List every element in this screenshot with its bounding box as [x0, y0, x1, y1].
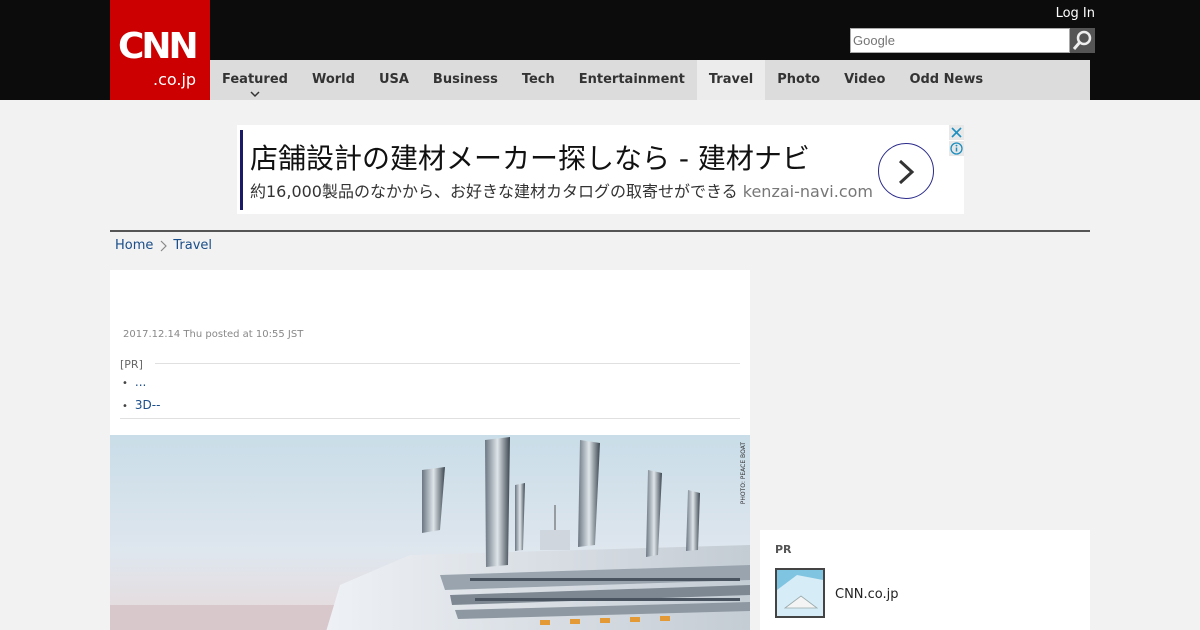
nav-featured[interactable]: Featured	[210, 60, 300, 100]
pr-thumbnail-image	[777, 570, 823, 616]
main-nav: Featured World USA Business Tech Enterta…	[210, 60, 1090, 100]
pr-link-2[interactable]: • 3D--	[122, 398, 160, 412]
ad-url[interactable]: kenzai-navi.com	[743, 182, 873, 201]
nav-business[interactable]: Business	[421, 60, 510, 100]
breadcrumb-home[interactable]: Home	[115, 238, 153, 253]
sidebar-pr-box: PR CNN.co.jp	[760, 530, 1090, 630]
logo-wordmark: CNN	[118, 26, 199, 67]
ad-description: 約16,000製品のなかから、お好きな建材カタログの取寄せができる	[250, 182, 738, 201]
pr-divider-bottom	[120, 418, 740, 419]
logo-domain: .co.jp	[153, 70, 197, 89]
ad-title[interactable]: 店舗設計の建材メーカー探しなら - 建材ナビ	[250, 137, 810, 177]
chevron-right-icon	[160, 240, 168, 251]
nav-photo[interactable]: Photo	[765, 60, 832, 100]
breadcrumb: Home Travel	[115, 238, 212, 253]
ad-open-button[interactable]	[878, 143, 934, 199]
bullet-icon: •	[122, 378, 128, 389]
bullet-icon: •	[122, 401, 128, 412]
search-icon	[1072, 30, 1092, 50]
section-divider	[110, 230, 1090, 232]
cnn-logo[interactable]: CNN .co.jp	[110, 0, 210, 100]
nav-world[interactable]: World	[300, 60, 367, 100]
pr-divider-top	[155, 363, 740, 364]
pr-link-2-text[interactable]: 3D--	[135, 398, 161, 412]
cruise-ship-image	[110, 435, 750, 630]
pr-link-1-text[interactable]: ...	[135, 375, 146, 389]
sidebar-pr-thumbnail[interactable]	[775, 568, 825, 618]
pr-link-1[interactable]: •...	[122, 375, 146, 389]
nav-odd-news[interactable]: Odd News	[897, 60, 995, 100]
nav-featured-label: Featured	[222, 72, 288, 87]
ad-subtitle: 約16,000製品のなかから、お好きな建材カタログの取寄せができる kenzai…	[250, 178, 873, 202]
search-input[interactable]	[850, 28, 1070, 53]
article-date: 2017.12.14 Thu posted at 10:55 JST	[123, 329, 304, 340]
nav-tech[interactable]: Tech	[510, 60, 567, 100]
chevron-right-icon	[898, 159, 915, 185]
ad-close-button[interactable]	[949, 125, 964, 140]
article-card: 2017.12.14 Thu posted at 10:55 JST [PR] …	[110, 270, 750, 630]
ad-accent-bar	[240, 130, 243, 210]
login-link[interactable]: Log In	[1056, 6, 1095, 21]
sidebar-pr-item-text[interactable]: CNN.co.jp	[835, 587, 899, 602]
nav-video[interactable]: Video	[832, 60, 897, 100]
nav-entertainment[interactable]: Entertainment	[567, 60, 697, 100]
pr-label: [PR]	[120, 358, 143, 371]
nav-travel[interactable]: Travel	[696, 60, 766, 100]
breadcrumb-travel[interactable]: Travel	[173, 238, 212, 253]
close-icon	[951, 127, 962, 138]
hero-image-cruise-ship	[110, 435, 750, 630]
search-button[interactable]	[1070, 28, 1095, 53]
ad-info-button[interactable]	[949, 141, 964, 156]
photo-credit: PHOTO: PEACE BOAT	[740, 442, 747, 505]
chevron-down-icon	[250, 91, 260, 98]
sidebar-pr-label: PR	[775, 543, 792, 556]
ad-banner[interactable]: 店舗設計の建材メーカー探しなら - 建材ナビ 約16,000製品のなかから、お好…	[237, 125, 964, 214]
nav-usa[interactable]: USA	[367, 60, 421, 100]
info-icon	[950, 142, 963, 155]
